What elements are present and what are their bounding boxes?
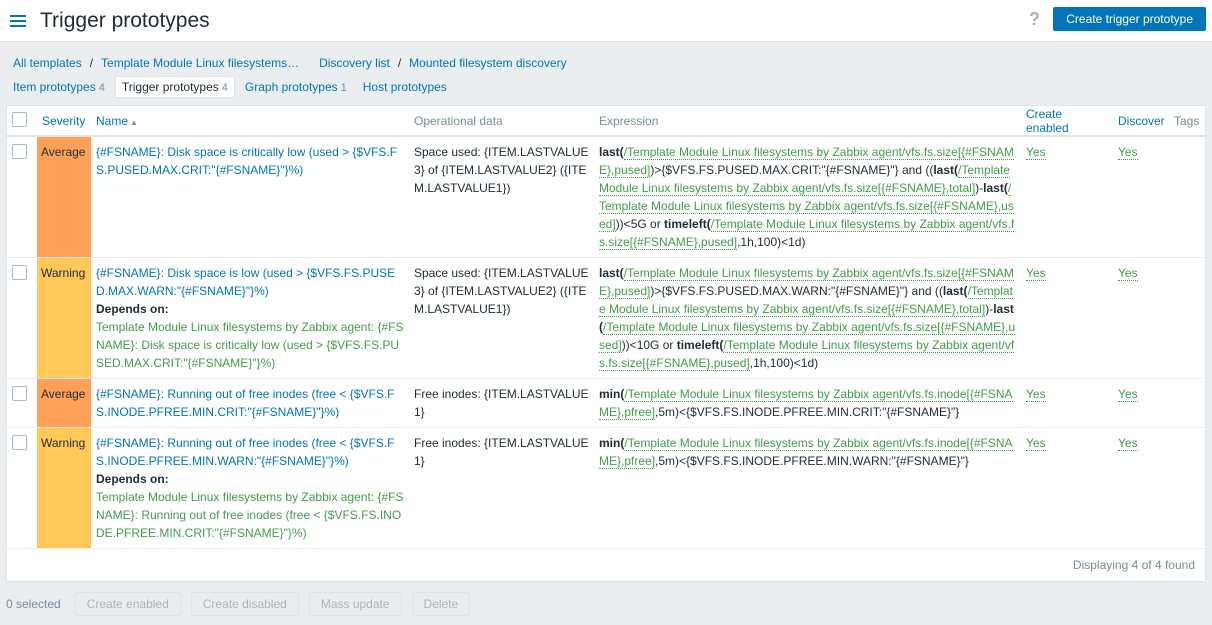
column-header-expression: Expression	[594, 106, 1021, 137]
selected-count: 0 selected	[6, 597, 61, 611]
dependency-link[interactable]: Template Module Linux filesystems by Zab…	[96, 320, 404, 370]
column-header-create-enabled[interactable]: Create enabled	[1026, 107, 1069, 135]
tab-count: 4	[221, 82, 228, 94]
column-header-tags: Tags	[1169, 106, 1205, 137]
tab-count: 1	[340, 82, 347, 94]
breadcrumb-separator: /	[397, 56, 402, 70]
create-enabled-toggle[interactable]: Yes	[1026, 266, 1046, 281]
mass-update-button[interactable]: Mass update	[308, 592, 402, 616]
row-checkbox[interactable]	[12, 386, 27, 401]
table-row: Warning {#FSNAME}: Running out of free i…	[7, 427, 1205, 549]
depends-on-label: Depends on:	[96, 302, 169, 316]
menu-icon[interactable]	[10, 14, 26, 27]
create-enabled-toggle[interactable]: Yes	[1026, 387, 1046, 402]
discover-toggle[interactable]: Yes	[1118, 266, 1138, 281]
delete-button[interactable]: Delete	[411, 592, 471, 616]
trigger-name-link[interactable]: {#FSNAME}: Running out of free inodes (f…	[96, 436, 395, 468]
trigger-name-link[interactable]: {#FSNAME}: Disk space is low (used > {$V…	[96, 266, 395, 298]
create-enabled-toggle[interactable]: Yes	[1026, 436, 1046, 451]
tab-graph-prototypes[interactable]: Graph prototypes 1	[239, 77, 353, 97]
operational-data: Free inodes: {ITEM.LASTVALUE1}	[409, 427, 594, 549]
severity-cell: Average	[37, 378, 91, 428]
create-trigger-prototype-button[interactable]: Create trigger prototype	[1053, 7, 1206, 31]
row-checkbox[interactable]	[12, 265, 27, 280]
tab-label[interactable]: Item prototypes	[13, 80, 96, 94]
operational-data: Space used: {ITEM.LASTVALUE3} of {ITEM.L…	[409, 136, 594, 258]
row-checkbox[interactable]	[12, 144, 27, 159]
severity-cell: Warning	[37, 427, 91, 549]
table-row: Average {#FSNAME}: Disk space is critica…	[7, 136, 1205, 258]
tab-label[interactable]: Graph prototypes	[245, 80, 338, 94]
tab-trigger-prototypes[interactable]: Trigger prototypes 4	[114, 76, 235, 98]
tab-host-prototypes[interactable]: Host prototypes	[357, 77, 453, 97]
displaying-count: Displaying 4 of 4 found	[1072, 558, 1195, 572]
column-header-operational-data: Operational data	[409, 106, 594, 137]
expression-cell: last(/Template Module Linux filesystems …	[594, 136, 1021, 258]
trigger-name-link[interactable]: {#FSNAME}: Running out of free inodes (f…	[96, 387, 395, 419]
breadcrumb-discovery-rule[interactable]: Mounted filesystem discovery	[409, 56, 566, 70]
mass-actions-bar: 0 selected Create enabled Create disable…	[6, 592, 480, 616]
table-header-row: Severity Name ▲ Operational data Expressi…	[7, 106, 1205, 137]
severity-cell: Average	[37, 136, 91, 258]
discover-toggle[interactable]: Yes	[1118, 145, 1138, 160]
help-icon[interactable]: ?	[1029, 9, 1040, 30]
tags-cell	[1169, 257, 1205, 379]
trigger-prototypes-table: Severity Name ▲ Operational data Expressi…	[7, 106, 1205, 549]
discover-toggle[interactable]: Yes	[1118, 436, 1138, 451]
tab-label[interactable]: Host prototypes	[363, 80, 447, 94]
page-title: Trigger prototypes	[40, 8, 210, 32]
expression-cell: min(/Template Module Linux filesystems b…	[594, 427, 1021, 549]
column-header-discover[interactable]: Discover	[1118, 114, 1165, 128]
sort-ascending-icon: ▲	[130, 117, 138, 127]
breadcrumb: All templates / Template Module Linux fi…	[0, 53, 1212, 73]
tab-count: 4	[98, 82, 105, 94]
create-disabled-button[interactable]: Create disabled	[190, 592, 299, 616]
operational-data: Free inodes: {ITEM.LASTVALUE1}	[409, 378, 594, 428]
breadcrumb-discovery-list[interactable]: Discovery list	[319, 56, 390, 70]
column-header-severity[interactable]: Severity	[42, 114, 85, 128]
depends-on-label: Depends on:	[96, 472, 169, 486]
column-header-name[interactable]: Name	[96, 114, 128, 128]
row-checkbox[interactable]	[12, 435, 27, 450]
breadcrumb-separator: /	[89, 56, 94, 70]
tags-cell	[1169, 136, 1205, 258]
operational-data: Space used: {ITEM.LASTVALUE3} of {ITEM.L…	[409, 257, 594, 379]
expression-cell: last(/Template Module Linux filesystems …	[594, 257, 1021, 379]
tags-cell	[1169, 378, 1205, 428]
select-all-checkbox[interactable]	[12, 112, 27, 127]
table-row: Warning {#FSNAME}: Disk space is low (us…	[7, 257, 1205, 379]
breadcrumb-all-templates[interactable]: All templates	[13, 56, 82, 70]
tags-cell	[1169, 427, 1205, 549]
tab-label: Trigger prototypes	[121, 80, 219, 94]
create-enabled-button[interactable]: Create enabled	[74, 592, 181, 616]
page-header: Trigger prototypes ? Create trigger prot…	[0, 0, 1212, 42]
table-row: Average {#FSNAME}: Running out of free i…	[7, 378, 1205, 428]
expression-cell: min(/Template Module Linux filesystems b…	[594, 378, 1021, 428]
trigger-name-link[interactable]: {#FSNAME}: Disk space is critically low …	[96, 145, 397, 177]
severity-cell: Warning	[37, 257, 91, 379]
sub-navigation-tabs: Item prototypes 4 Trigger prototypes 4 Gra…	[0, 75, 1212, 99]
tab-item-prototypes[interactable]: Item prototypes 4	[7, 77, 111, 97]
dependency-link[interactable]: Template Module Linux filesystems by Zab…	[96, 490, 404, 540]
create-enabled-toggle[interactable]: Yes	[1026, 145, 1046, 160]
breadcrumb-template[interactable]: Template Module Linux filesystems…	[101, 56, 299, 70]
trigger-prototypes-table-container: Severity Name ▲ Operational data Expressi…	[6, 105, 1206, 582]
discover-toggle[interactable]: Yes	[1118, 387, 1138, 402]
